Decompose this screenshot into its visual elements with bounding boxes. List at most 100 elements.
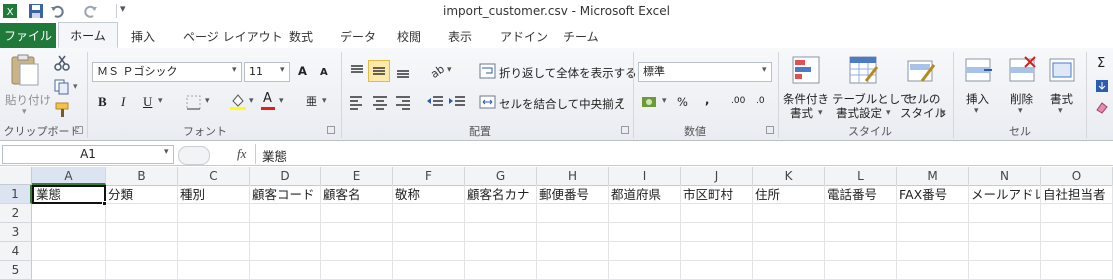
- font-color-button[interactable]: A: [263, 91, 272, 106]
- cell-C5[interactable]: [178, 261, 250, 280]
- cell-J5[interactable]: [681, 261, 753, 280]
- cell-H3[interactable]: [537, 223, 609, 242]
- delete-cells-icon[interactable]: [1008, 55, 1038, 85]
- conditional-formatting-label-2[interactable]: 書式: [790, 105, 813, 121]
- currency-icon[interactable]: [640, 93, 660, 111]
- tab-home[interactable]: ホーム: [58, 22, 118, 48]
- cell-A5[interactable]: [32, 261, 106, 280]
- delete-cells-button[interactable]: 削除: [1010, 91, 1033, 107]
- cut-icon[interactable]: [52, 54, 72, 72]
- cell-L5[interactable]: [825, 261, 897, 280]
- tab-review[interactable]: 校閲: [397, 28, 421, 45]
- comma-button[interactable]: ,: [705, 93, 709, 107]
- cell-N1[interactable]: メールアドレス: [969, 185, 1041, 204]
- border-dropdown-icon[interactable]: ▾: [205, 96, 210, 106]
- currency-dropdown-icon[interactable]: ▾: [662, 96, 667, 106]
- cell-K5[interactable]: [753, 261, 825, 280]
- cell-N3[interactable]: [969, 223, 1041, 242]
- column-header-O[interactable]: O: [1041, 167, 1113, 185]
- fill-color-icon[interactable]: [228, 92, 248, 110]
- decrease-indent-icon[interactable]: [425, 93, 445, 111]
- italic-button[interactable]: I: [121, 94, 125, 110]
- column-header-K[interactable]: K: [753, 167, 825, 185]
- clipboard-launcher-icon[interactable]: [75, 126, 83, 134]
- cell-K2[interactable]: [753, 204, 825, 223]
- cell-A1-selected[interactable]: 業態: [32, 185, 106, 204]
- cell-styles-label-2[interactable]: スタイル: [900, 105, 946, 121]
- cell-L4[interactable]: [825, 242, 897, 261]
- insert-cells-dropdown-icon[interactable]: ▾: [974, 106, 979, 116]
- insert-function-button[interactable]: fx: [237, 146, 246, 162]
- cell-J3[interactable]: [681, 223, 753, 242]
- tab-addins[interactable]: アドイン: [500, 28, 548, 45]
- shrink-font-button[interactable]: A: [320, 67, 328, 78]
- cell-M1[interactable]: FAX番号: [897, 185, 969, 204]
- cell-H1[interactable]: 郵便番号: [537, 185, 609, 204]
- cell-N2[interactable]: [969, 204, 1041, 223]
- autosum-button[interactable]: Σ: [1097, 56, 1105, 71]
- percent-button[interactable]: %: [677, 95, 688, 109]
- cell-B4[interactable]: [106, 242, 178, 261]
- cell-D2[interactable]: [250, 204, 321, 223]
- cell-G4[interactable]: [465, 242, 537, 261]
- orientation-icon[interactable]: ab: [427, 62, 447, 80]
- delete-cells-dropdown-icon[interactable]: ▾: [1018, 106, 1023, 116]
- cell-M5[interactable]: [897, 261, 969, 280]
- copy-icon[interactable]: [52, 78, 72, 96]
- conditional-formatting-dropdown-icon[interactable]: ▾: [818, 108, 823, 118]
- row-header-4[interactable]: 4: [0, 242, 32, 261]
- cell-C1[interactable]: 種別: [178, 185, 250, 204]
- column-header-M[interactable]: M: [897, 167, 969, 185]
- cell-M3[interactable]: [897, 223, 969, 242]
- bold-button[interactable]: B: [98, 94, 107, 110]
- tab-insert[interactable]: 挿入: [131, 28, 155, 45]
- merge-dropdown-icon[interactable]: ▾: [619, 96, 624, 106]
- cell-J4[interactable]: [681, 242, 753, 261]
- copy-dropdown-icon[interactable]: ▾: [73, 82, 78, 92]
- formula-bar-divider-handle[interactable]: [178, 146, 210, 165]
- wrap-text-button[interactable]: 折り返して全体を表示する: [499, 65, 637, 81]
- cell-F3[interactable]: [393, 223, 465, 242]
- cell-E4[interactable]: [321, 242, 393, 261]
- cell-M4[interactable]: [897, 242, 969, 261]
- fill-handle[interactable]: [102, 201, 107, 206]
- row-header-1[interactable]: 1: [0, 185, 32, 204]
- cell-E5[interactable]: [321, 261, 393, 280]
- format-as-table-label-2[interactable]: 書式設定: [836, 105, 882, 121]
- merge-center-icon[interactable]: [478, 93, 498, 111]
- cell-D4[interactable]: [250, 242, 321, 261]
- orientation-dropdown-icon[interactable]: ▾: [447, 65, 452, 75]
- cell-O3[interactable]: [1041, 223, 1113, 242]
- phonetic-dropdown-icon[interactable]: ▾: [322, 96, 327, 106]
- decrease-decimal-button[interactable]: .0: [756, 96, 765, 106]
- cell-N5[interactable]: [969, 261, 1041, 280]
- format-cells-icon[interactable]: [1048, 55, 1078, 85]
- fill-icon[interactable]: [1095, 79, 1109, 93]
- row-header-2[interactable]: 2: [0, 204, 32, 223]
- fill-color-dropdown-icon[interactable]: ▾: [249, 96, 254, 106]
- cell-I3[interactable]: [609, 223, 681, 242]
- cell-J2[interactable]: [681, 204, 753, 223]
- paste-button[interactable]: 貼り付け: [5, 92, 51, 108]
- column-header-B[interactable]: B: [106, 167, 178, 185]
- cell-O5[interactable]: [1041, 261, 1113, 280]
- cell-A4[interactable]: [32, 242, 106, 261]
- cell-L1[interactable]: 電話番号: [825, 185, 897, 204]
- alignment-launcher-icon[interactable]: [621, 126, 629, 134]
- column-header-N[interactable]: N: [969, 167, 1041, 185]
- cell-G1[interactable]: 顧客名カナ: [465, 185, 537, 204]
- name-box[interactable]: A1: [2, 145, 174, 164]
- insert-cells-icon[interactable]: [964, 55, 994, 85]
- cell-B5[interactable]: [106, 261, 178, 280]
- cell-I4[interactable]: [609, 242, 681, 261]
- select-all-corner[interactable]: [0, 167, 32, 185]
- cell-M2[interactable]: [897, 204, 969, 223]
- cell-J1[interactable]: 市区町村: [681, 185, 753, 204]
- cell-F2[interactable]: [393, 204, 465, 223]
- font-color-dropdown-icon[interactable]: ▾: [279, 96, 284, 106]
- paste-dropdown-icon[interactable]: ▾: [22, 107, 27, 117]
- tab-formulas[interactable]: 数式: [289, 28, 313, 45]
- column-header-G[interactable]: G: [465, 167, 537, 185]
- cell-E1[interactable]: 顧客名: [321, 185, 393, 204]
- cell-N4[interactable]: [969, 242, 1041, 261]
